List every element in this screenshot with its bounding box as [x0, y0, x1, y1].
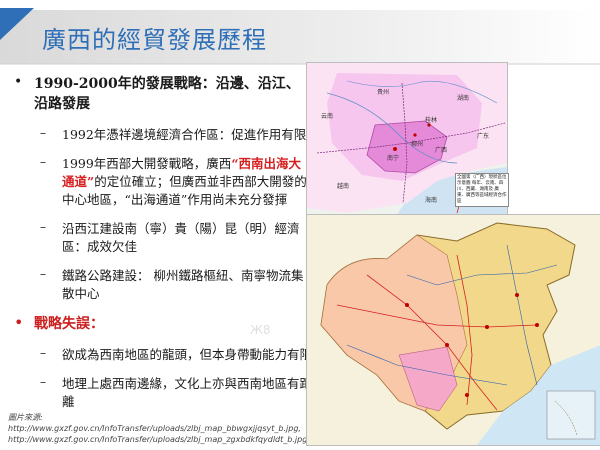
- map-label: 柳州: [411, 141, 424, 148]
- map-legend-note: 全國第（广西）現狀區位示意圖 每年、云南、四川、西藏、湖南及 廣東、廣西等區域經…: [455, 173, 509, 207]
- dash-icon: –: [40, 126, 46, 140]
- dash-icon: –: [40, 155, 46, 169]
- sub-bullet: – 欲成為西南地區的龍頭，但本身帶動能力有限: [12, 346, 312, 364]
- dash-icon: –: [40, 346, 46, 360]
- map-label: 貴州: [377, 89, 390, 96]
- sub-bullet-text: 沿西江建設南（寧）貴（陽）昆（明）經濟區：成效欠佳: [62, 221, 300, 254]
- bullet-content: • 1990-2000年的發展戰略：沿邊、沿江、沿路發展 – 1992年憑祥邊境…: [12, 74, 312, 422]
- bullet-icon: •: [14, 74, 23, 90]
- source-label: 圖片來源:: [8, 413, 43, 422]
- sub-bullet: – 地理上處西南邊緣，文化上亦與西南地區有距離: [12, 375, 312, 411]
- map-label: 海南: [425, 197, 438, 204]
- bullet-strategy: • 1990-2000年的發展戰略：沿邊、沿江、沿路發展: [12, 74, 312, 114]
- map-label: 南宁: [387, 155, 400, 162]
- dash-icon: –: [40, 267, 46, 281]
- map-label: 广西: [435, 147, 448, 154]
- watermark-logo: Ж8: [250, 323, 271, 337]
- sub-bullet-text: 鐵路公路建設： 柳州鐵路樞紐、南寧物流集散中心: [62, 268, 304, 301]
- sub-bullet-text: 地理上處西南邊緣，文化上亦與西南地區有距離: [62, 376, 313, 409]
- sub-bullet: – 1999年西部大開發戰略，廣西“西南出海大通道”的定位確立；但廣西並非西部大…: [12, 155, 312, 209]
- dash-icon: –: [40, 375, 46, 389]
- map-label: 桂林: [425, 117, 438, 124]
- map-label: 越南: [337, 183, 350, 190]
- map-label: 云南: [321, 113, 334, 120]
- page-title: 廣西的經貿發展歷程: [42, 26, 267, 54]
- sub-bullet: – 1992年憑祥邊境經濟合作區：促進作用有限: [12, 126, 312, 144]
- source-link-2[interactable]: http://www.gxzf.gov.cn/InfoTransfer/uplo…: [8, 434, 308, 445]
- sub-bullet-text: 欲成為西南地區的龍頭，但本身帶動能力有限: [62, 347, 313, 362]
- map-label: 湖南: [457, 95, 470, 102]
- sub-bullet-text: 1999年西部大開發戰略，廣西“西南出海大通道”的定位確立；但廣西並非西部大開發…: [62, 156, 307, 207]
- image-source: 圖片來源: http://www.gxzf.gov.cn/InfoTransfe…: [8, 412, 308, 445]
- title-bar: 廣西的經貿發展歷程: [0, 0, 600, 72]
- guangxi-location-map: 云南 貴州 湖南 广西 广东 越南 海南 南宁 柳州 桂林 全國第（广西）現狀區…: [306, 62, 509, 216]
- bullet-strategy-text: 1990-2000年的發展戰略：沿邊、沿江、沿路發展: [34, 76, 300, 112]
- dash-icon: –: [40, 220, 46, 234]
- sub-bullet: – 鐵路公路建設： 柳州鐵路樞紐、南寧物流集散中心: [12, 267, 312, 303]
- sub-bullet: – 沿西江建設南（寧）貴（陽）昆（明）經濟區：成效欠佳: [12, 220, 312, 256]
- sub-bullet-text: 1992年憑祥邊境經濟合作區：促進作用有限: [62, 127, 307, 142]
- china-map-drawing: [307, 215, 600, 445]
- bullet-icon: •: [14, 313, 24, 332]
- svg-text:Ж8: Ж8: [250, 323, 271, 337]
- china-western-development-map: [306, 214, 600, 446]
- source-link-1[interactable]: http://www.gxzf.gov.cn/InfoTransfer/uplo…: [8, 423, 308, 434]
- map-label: 广东: [477, 133, 490, 140]
